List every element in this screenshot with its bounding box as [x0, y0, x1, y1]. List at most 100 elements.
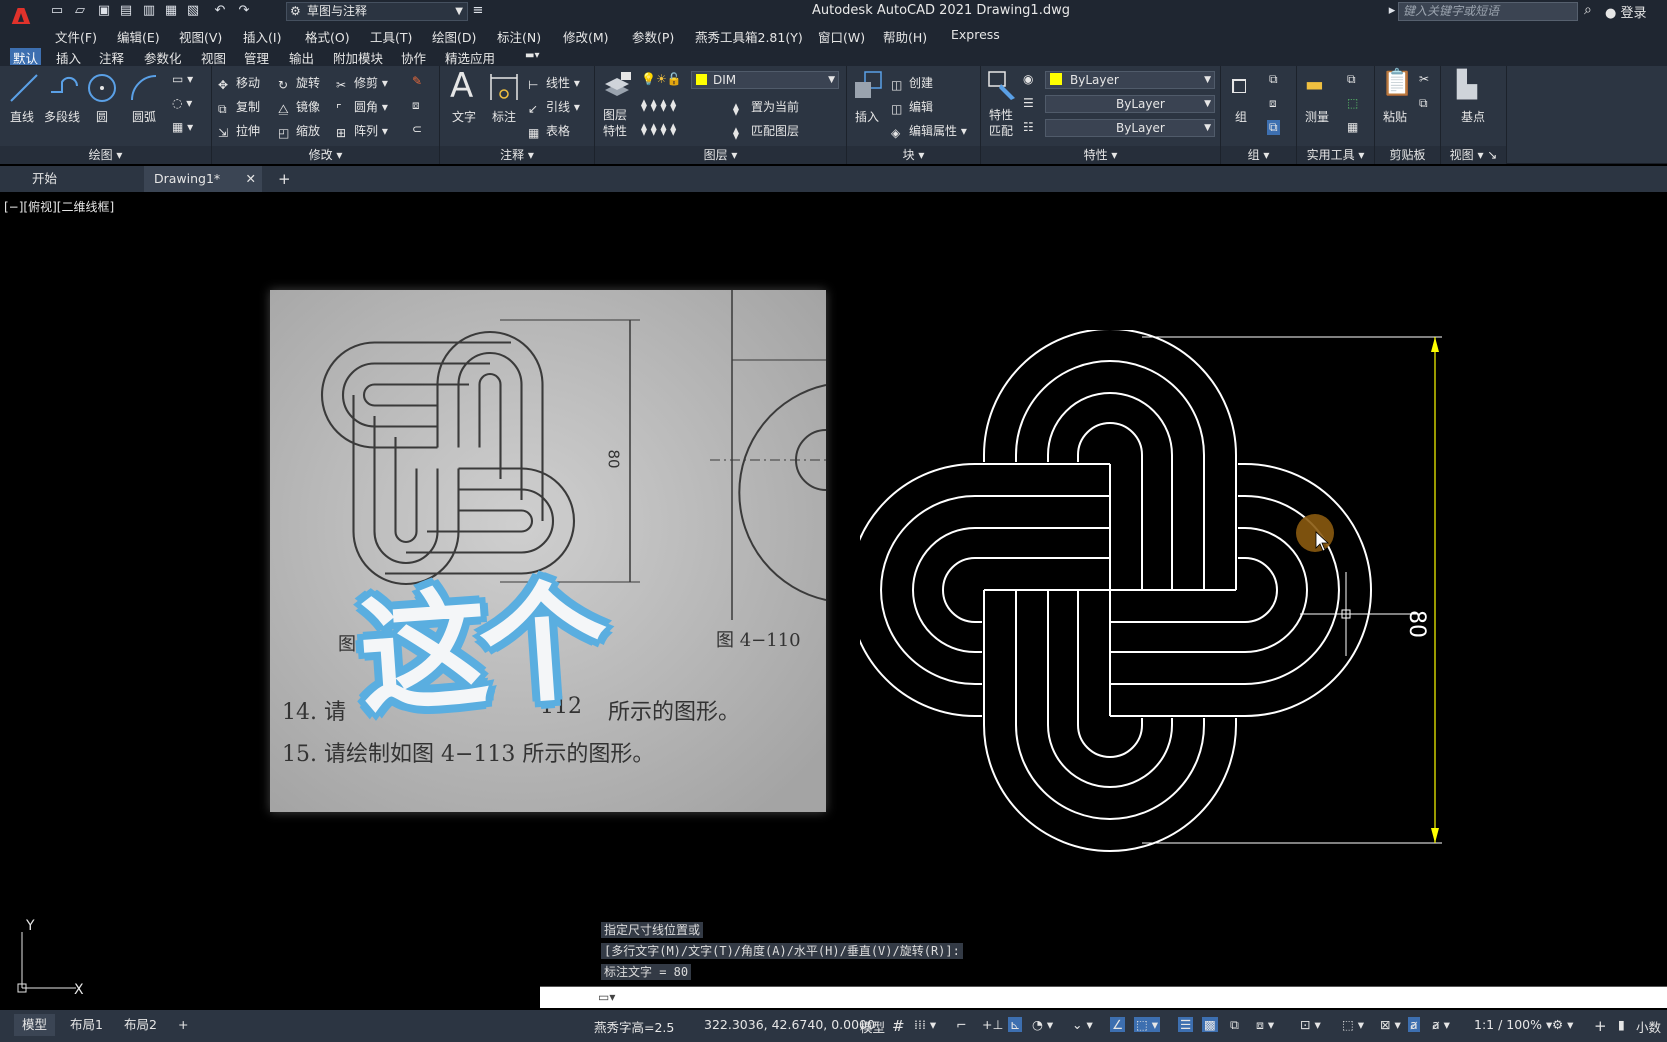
menu-edit[interactable]: 编辑(E) [117, 27, 160, 46]
coordinate-readout[interactable]: 322.3036, 42.6740, 0.0000 [704, 1017, 875, 1032]
copy-clip-icon[interactable]: ⧉ [1419, 96, 1428, 111]
open-file-icon[interactable]: ▱ [72, 3, 88, 19]
object-snap-icon[interactable]: ⬚ ▾ [1134, 1017, 1161, 1032]
create-block-button[interactable]: ◫ 创建 [891, 74, 933, 92]
layer-tool-icons-1[interactable]: ⧫ ⧫ ⧫ ⧫ [641, 98, 676, 112]
save-as-icon[interactable]: ▤ [118, 3, 134, 19]
menu-draw[interactable]: 绘图(D) [432, 27, 476, 46]
base-point-icon[interactable]: ▙ [1457, 70, 1477, 100]
offset-icon[interactable]: ⊂ [412, 122, 422, 136]
dimension-icon[interactable] [488, 72, 520, 104]
units-readout[interactable]: 小数 [1636, 1017, 1661, 1036]
measure-icon[interactable]: ▬ [1305, 72, 1324, 96]
menu-dimension[interactable]: 标注(N) [497, 27, 541, 46]
color-wheel-icon[interactable]: ◉ [1023, 72, 1033, 86]
panel-title-annotation[interactable]: 注释 ▾ [440, 146, 594, 164]
panel-title-draw[interactable]: 绘图 ▾ [0, 146, 211, 164]
workspace-select[interactable]: ⚙ 草图与注释 ▼ [286, 2, 468, 21]
ortho-icon[interactable]: ⊾ [1008, 1017, 1023, 1032]
insert-button[interactable]: 插入 [855, 108, 879, 125]
selection-cycling-icon[interactable]: ⧉ [1230, 1017, 1239, 1033]
panel-title-clipboard[interactable]: 剪贴板 [1375, 146, 1440, 164]
arc-button[interactable]: 圆弧 [132, 108, 156, 125]
match-layer-button[interactable]: ⧫ 匹配图层 [733, 122, 799, 140]
panel-title-modify[interactable]: 修改 ▾ [212, 146, 439, 164]
grid-icon[interactable]: # [892, 1017, 905, 1035]
polar-tracking-icon[interactable]: ◔ ▾ [1032, 1017, 1053, 1032]
group-button[interactable]: 组 [1235, 108, 1247, 125]
menu-parametric[interactable]: 参数(P) [632, 27, 674, 46]
annotation-monitor-icon[interactable]: + [1594, 1017, 1607, 1035]
tab-start[interactable]: 开始 [32, 166, 57, 192]
tab-featured-apps[interactable]: 精选应用 [442, 48, 498, 67]
menu-window[interactable]: 窗口(W) [818, 27, 865, 46]
panel-title-block[interactable]: 块 ▾ [847, 146, 980, 164]
layer-properties-label-2[interactable]: 特性 [603, 122, 627, 139]
calculator-icon[interactable]: ▦ [1347, 120, 1358, 134]
leader-button[interactable]: ↙ 引线 ▾ [528, 98, 580, 116]
match-properties-label-2[interactable]: 匹配 [989, 122, 1013, 139]
menu-help[interactable]: 帮助(H) [883, 27, 927, 46]
rotate-button[interactable]: ↻ 旋转 [278, 74, 320, 92]
tab-manage[interactable]: 管理 [241, 48, 272, 67]
erase-icon[interactable]: ✎ [412, 74, 422, 88]
layout-tab-layout1[interactable]: 布局1 [62, 1014, 111, 1036]
match-properties-icon[interactable] [987, 70, 1019, 102]
3d-osnap-icon[interactable]: ⧈ ▾ [1256, 1017, 1274, 1033]
model-space-toggle[interactable]: 模型 [860, 1017, 885, 1036]
menu-express[interactable]: Express [951, 27, 1000, 42]
gradient-icon[interactable]: ▦ ▾ [172, 120, 193, 134]
selection-filter-icon[interactable]: ⬚ ▾ [1342, 1017, 1364, 1032]
lineweight-select[interactable]: ByLayer ▼ [1045, 119, 1215, 137]
object-snap-tracking-icon[interactable]: ∠ [1110, 1017, 1126, 1032]
layout-tab-model[interactable]: 模型 [14, 1014, 56, 1036]
group-select-icon[interactable]: ⧉ [1267, 120, 1280, 135]
tab-insert[interactable]: 插入 [53, 48, 84, 67]
menu-tools[interactable]: 工具(T) [370, 27, 412, 46]
plot-icon[interactable]: ▧ [185, 3, 201, 19]
tab-annotate[interactable]: 注释 [96, 48, 127, 67]
linetype-select[interactable]: ByLayer ▼ [1045, 95, 1215, 113]
ribbon-toggle-icon[interactable]: ▬▾ [522, 50, 542, 61]
set-current-button[interactable]: ⧫ 置为当前 [733, 98, 799, 116]
search-input[interactable]: 键入关键字或短语 [1398, 2, 1578, 21]
command-prompt-icon[interactable]: ▭▾ [598, 990, 615, 1004]
move-button[interactable]: ✥ 移动 [218, 74, 260, 92]
tab-parametric[interactable]: 参数化 [141, 48, 185, 67]
layout-tab-layout2[interactable]: 布局2 [116, 1014, 165, 1036]
text-icon[interactable]: A [450, 66, 473, 106]
isolate-objects-icon[interactable]: ▮ [1618, 1017, 1625, 1032]
color-select[interactable]: ByLayer ▼ [1045, 71, 1215, 89]
edit-attributes-button[interactable]: ◈ 编辑属性 ▾ [891, 122, 967, 140]
panel-title-groups[interactable]: 组 ▾ [1221, 146, 1296, 164]
quick-select-icon[interactable]: ⧉ [1347, 72, 1356, 87]
redo-icon[interactable]: ↷ [236, 3, 252, 19]
stretch-button[interactable]: ⇲ 拉伸 [218, 122, 260, 140]
workspace-settings-icon[interactable]: ⚙ ▾ [1552, 1017, 1573, 1032]
circle-button[interactable]: 圆 [96, 108, 108, 125]
dimension-button[interactable]: 标注 [492, 108, 516, 125]
panel-title-view[interactable]: 视图 ▾ ↘ [1441, 146, 1506, 164]
snap-icon[interactable]: ⁞⁞⁞ ▾ [914, 1017, 936, 1032]
viewport-controls[interactable]: [−][俯视][二维线框] [4, 198, 114, 215]
paste-icon[interactable]: 📋 [1381, 68, 1413, 98]
arc-icon[interactable] [128, 72, 160, 104]
line-button[interactable]: 直线 [10, 108, 34, 125]
menu-yanxiu-tools[interactable]: 燕秀工具箱2.81(Y) [695, 27, 803, 46]
dynamic-ucs-icon[interactable]: ⊡ ▾ [1300, 1017, 1321, 1032]
menu-insert[interactable]: 插入(I) [243, 27, 281, 46]
new-file-icon[interactable]: ▭ [49, 3, 65, 19]
array-button[interactable]: ⊞ 阵列 ▾ [336, 122, 388, 140]
undo-icon[interactable]: ↶ [212, 3, 228, 19]
layer-properties-icon[interactable] [601, 70, 633, 102]
text-button[interactable]: 文字 [452, 108, 476, 125]
fillet-button[interactable]: ⌜ 圆角 ▾ [336, 98, 388, 116]
customize-quick-access-icon[interactable]: ≡ [470, 3, 486, 19]
annotation-visibility-icon[interactable]: ⱥ [1408, 1017, 1420, 1032]
auto-scale-icon[interactable]: ⱥ ▾ [1432, 1017, 1450, 1032]
infer-constraints-icon[interactable]: ⌐ [956, 1017, 966, 1032]
menu-view[interactable]: 视图(V) [179, 27, 222, 46]
linear-button[interactable]: ⊢ 线性 ▾ [528, 74, 580, 92]
menu-modify[interactable]: 修改(M) [563, 27, 609, 46]
lineweight-toggle-icon[interactable]: ☰ [1178, 1017, 1194, 1032]
